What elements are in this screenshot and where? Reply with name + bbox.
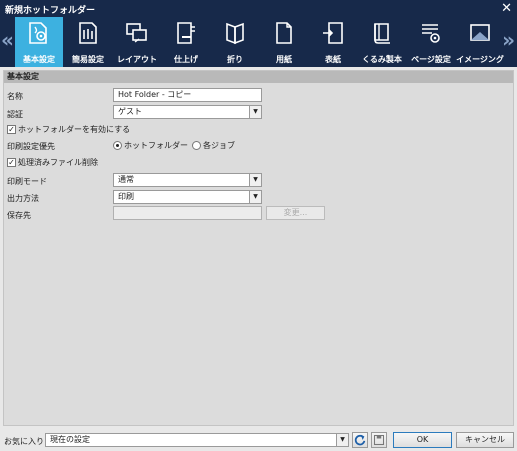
window-title: 新規ホットフォルダー [5,6,96,16]
print-mode-label: 印刷モード [7,177,47,186]
easy-settings-icon [79,22,97,44]
refresh-icon [354,434,366,446]
tab-paper[interactable]: 用紙 [260,17,308,67]
ok-button[interactable]: OK [393,432,452,448]
output-method-select[interactable]: 印刷 ▼ [113,190,262,204]
tab-finishing[interactable]: 仕上げ [162,17,210,67]
radio-each-job-label: 各ジョブ [203,141,235,150]
tab-basic-settings[interactable]: 基本設定 [15,17,63,67]
chevron-down-icon[interactable]: ▼ [336,434,348,446]
tab-perfect-binding[interactable]: くるみ製本 [358,17,406,67]
favorites-value: 現在の設定 [50,435,90,444]
tab-imaging[interactable]: イメージング [456,17,504,67]
radio-hotfolder-label: ホットフォルダー [124,141,188,150]
tab-page-settings[interactable]: ページ設定 [407,17,455,67]
save-favorite-button[interactable] [371,432,387,448]
toolbar: « 基本設定 簡易設定 レイアウト 仕上げ 折り 用紙 表紙 くるみ製本 ページ… [0,17,517,67]
priority-label: 印刷設定優先 [7,142,55,151]
save-icon [373,434,385,446]
tab-easy-settings[interactable]: 簡易設定 [64,17,112,67]
favorites-label: お気に入り [4,437,44,446]
tab-cover[interactable]: 表紙 [309,17,357,67]
auth-select[interactable]: ゲスト ▼ [113,105,262,119]
chevron-down-icon[interactable]: ▼ [249,106,261,118]
delete-processed-checkbox[interactable]: ✓ 処理済みファイル削除 [7,157,98,168]
finishing-icon [177,22,195,44]
save-location-label: 保存先 [7,211,31,220]
section-title: 基本設定 [4,71,513,83]
tab-label: イメージング [456,55,504,64]
enable-hotfolder-label: ホットフォルダーを有効にする [18,125,131,134]
radio-each-job[interactable] [192,141,201,150]
tab-label: 基本設定 [23,55,55,64]
tab-label: くるみ製本 [362,55,402,64]
checkbox-checked-icon[interactable]: ✓ [7,125,16,134]
scroll-left-icon[interactable]: « [1,27,14,53]
enable-hotfolder-checkbox[interactable]: ✓ ホットフォルダーを有効にする [7,124,130,135]
auth-value: ゲスト [118,107,142,116]
output-method-label: 出力方法 [7,194,39,203]
scroll-right-icon[interactable]: » [502,27,515,53]
name-label: 名称 [7,92,23,101]
save-location-field [113,206,262,220]
change-button: 変更... [266,206,325,220]
title-bar: 新規ホットフォルダー ✕ [0,0,517,17]
chevron-down-icon[interactable]: ▼ [249,191,261,203]
radio-hotfolder[interactable] [113,141,122,150]
print-mode-select[interactable]: 通常 ▼ [113,173,262,187]
checkbox-checked-icon[interactable]: ✓ [7,158,16,167]
footer: お気に入り 現在の設定 ▼ OK キャンセル [0,430,517,451]
tab-fold[interactable]: 折り [211,17,259,67]
print-mode-value: 通常 [118,175,134,184]
tab-label: 簡易設定 [72,55,104,64]
favorites-select[interactable]: 現在の設定 ▼ [45,433,349,447]
tab-label: 仕上げ [174,55,198,64]
auth-label: 認証 [7,110,23,119]
output-method-value: 印刷 [118,192,134,201]
imaging-icon [470,24,490,41]
close-icon[interactable]: ✕ [501,0,512,17]
priority-radio-group: ホットフォルダー 各ジョブ [113,140,239,151]
cover-icon [323,22,343,44]
tab-label: 表紙 [325,55,341,64]
name-field[interactable]: Hot Folder - コピー [113,88,262,102]
paper-icon [276,22,292,44]
settings-panel: 基本設定 名称 Hot Folder - コピー 認証 ゲスト ▼ ✓ ホットフ… [3,70,514,426]
layout-icon [126,23,147,43]
perfect-binding-icon [374,23,390,44]
tab-label: 折り [227,55,243,64]
delete-processed-label: 処理済みファイル削除 [18,158,98,167]
chevron-down-icon[interactable]: ▼ [249,174,261,186]
tab-label: 用紙 [276,55,292,64]
page-settings-icon [422,24,440,43]
reload-button[interactable] [352,432,368,448]
tab-label: ページ設定 [411,55,451,64]
tab-label: レイアウト [117,55,157,64]
basic-settings-icon [29,22,47,44]
cancel-button[interactable]: キャンセル [456,432,514,448]
tab-layout[interactable]: レイアウト [113,17,161,67]
fold-icon [226,22,244,45]
